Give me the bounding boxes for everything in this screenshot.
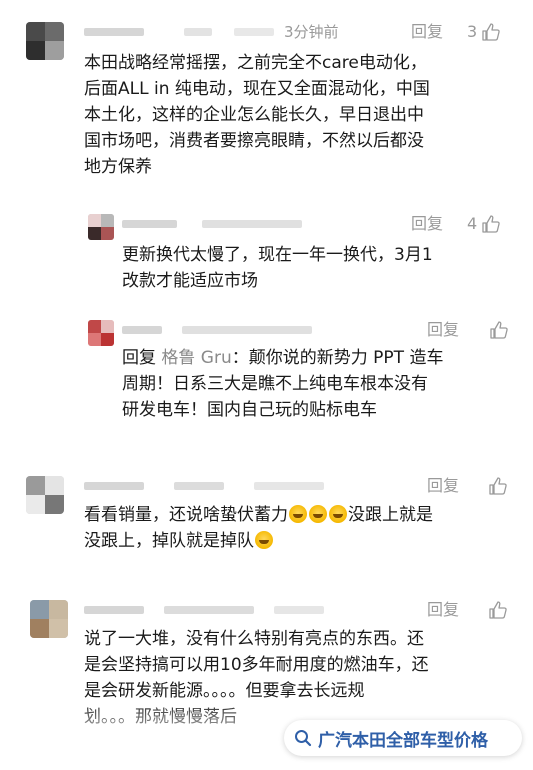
avatar[interactable] <box>30 600 68 638</box>
avatar-pixel <box>45 22 64 41</box>
like-button[interactable] <box>484 476 508 496</box>
thumbs-up-icon <box>482 23 500 41</box>
username-blurred[interactable] <box>122 326 162 334</box>
reply-button[interactable]: 回复 <box>427 320 459 340</box>
laugh-tears-emoji-icon <box>309 505 327 523</box>
comment-text-part2: 没跟上就是 <box>348 505 433 525</box>
username-blurred[interactable] <box>84 606 144 614</box>
username-blurred[interactable] <box>84 28 144 36</box>
username-blurred[interactable] <box>122 220 177 228</box>
avatar-pixel <box>88 227 101 240</box>
avatar-pixel <box>88 333 101 346</box>
reply-button[interactable]: 回复 <box>427 600 459 620</box>
username-blurred <box>164 606 254 614</box>
like-count: 3 <box>467 22 478 41</box>
comment-text: 看看销量，还说啥蛰伏蓄力 没跟上就是 没跟上，掉队就是掉队 <box>84 502 524 554</box>
like-button[interactable]: 4 <box>467 214 501 234</box>
mention-link[interactable]: 格鲁 Gru <box>161 348 231 368</box>
avatar-pixel <box>26 495 45 514</box>
avatar-pixel <box>26 41 45 60</box>
username-blurred <box>174 482 224 490</box>
comment-text: 更新换代太慢了，现在一年一换代，3月1 改款才能适应市场 <box>122 245 433 291</box>
comment-meta: 3分钟前 回复 3 <box>84 22 514 42</box>
avatar-pixel <box>49 619 68 638</box>
username-blurred[interactable] <box>84 482 144 490</box>
avatar-pixel <box>45 476 64 495</box>
comment-text-line2: 没跟上，掉队就是掉队 <box>84 531 254 551</box>
laugh-tears-emoji-icon <box>329 505 347 523</box>
avatar[interactable] <box>26 476 64 514</box>
search-suggestion-pill[interactable]: 广汽本田全部车型价格 <box>284 720 522 756</box>
username-blurred <box>274 606 324 614</box>
avatar[interactable] <box>88 320 114 346</box>
like-button[interactable] <box>485 320 509 340</box>
avatar-pixel <box>88 320 101 333</box>
thinking-emoji-icon <box>255 531 273 549</box>
avatar-pixel <box>30 600 49 619</box>
reply-button[interactable]: 回复 <box>427 476 459 496</box>
avatar-pixel <box>26 22 45 41</box>
thumbs-up-icon <box>489 477 507 495</box>
avatar-pixel <box>101 320 114 333</box>
reply-button[interactable]: 回复 <box>411 22 443 42</box>
laugh-tears-emoji-icon <box>289 505 307 523</box>
username-blurred <box>202 220 302 228</box>
avatar-pixel <box>101 214 114 227</box>
avatar[interactable] <box>88 214 114 240</box>
avatar-pixel <box>101 227 114 240</box>
username-blurred <box>184 28 212 36</box>
avatar-pixel <box>45 41 64 60</box>
username-blurred <box>182 326 312 334</box>
comment-text: 回复 格鲁 Gru：颠你说的新势力 PPT 造车 周期！日系三大是瞧不上纯电车根… <box>122 345 522 423</box>
comment-time: 3分钟前 <box>284 23 339 41</box>
username-blurred <box>234 28 274 36</box>
like-count: 4 <box>467 214 478 233</box>
thumbs-up-icon <box>489 601 507 619</box>
comment-meta: 回复 4 <box>122 214 512 234</box>
reply-button[interactable]: 回复 <box>411 214 443 234</box>
avatar-pixel <box>101 333 114 346</box>
username-blurred <box>254 482 324 490</box>
comment-meta: 回复 <box>122 320 512 340</box>
comment-meta: 回复 <box>84 600 514 620</box>
comment-text-part1: 看看销量，还说啥蛰伏蓄力 <box>84 505 288 525</box>
thumbs-up-icon <box>490 321 508 339</box>
comment-text: 本田战略经常摇摆，之前完全不care电动化， 后面ALL in 纯电动，现在又全… <box>84 53 430 177</box>
avatar-pixel <box>88 214 101 227</box>
like-button[interactable] <box>484 600 508 620</box>
avatar[interactable] <box>26 22 64 60</box>
avatar-pixel <box>45 495 64 514</box>
search-icon <box>295 730 312 747</box>
reply-prefix: 回复 <box>122 348 162 368</box>
comment-text: 说了一大堆，没有什么特别有亮点的东西。还 是会坚持搞可以用10多年耐用度的燃油车… <box>84 629 429 727</box>
thumbs-up-icon <box>482 215 500 233</box>
comment-meta: 回复 <box>84 476 514 496</box>
avatar-pixel <box>26 476 45 495</box>
like-button[interactable]: 3 <box>467 22 501 42</box>
avatar-pixel <box>49 600 68 619</box>
search-suggestion-label: 广汽本田全部车型价格 <box>318 730 488 751</box>
avatar-pixel <box>30 619 49 638</box>
